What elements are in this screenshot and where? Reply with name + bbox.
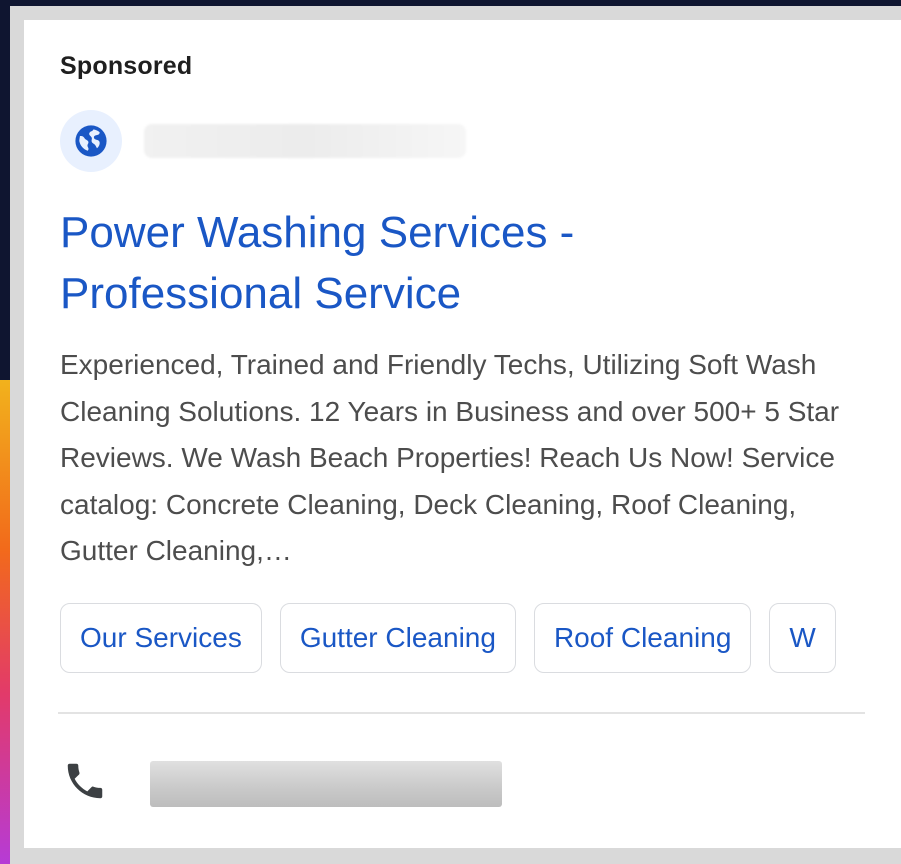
sitelink-roof-cleaning[interactable]: Roof Cleaning [533,603,752,673]
advertiser-row[interactable] [60,110,466,172]
divider [58,712,865,714]
ad-headline-link[interactable]: Power Washing Services - Professional Se… [60,202,700,324]
ad-headline-line-1: Power Washing Services - [60,208,575,257]
sponsored-label: Sponsored [60,52,193,80]
phone-number-redacted [150,760,502,807]
globe-icon [60,110,122,172]
phone-icon [62,758,108,809]
call-row[interactable] [62,758,502,809]
background-gradient-strip [0,380,10,864]
sitelink-chips: Our Services Gutter Cleaning Roof Cleani… [60,603,836,673]
sitelink-truncated[interactable]: W [769,603,836,673]
sitelink-gutter-cleaning[interactable]: Gutter Cleaning [279,603,516,673]
sponsored-ad-card: Sponsored Power Washing Services - Profe… [24,20,901,848]
advertiser-name-redacted [144,124,466,158]
sitelink-our-services[interactable]: Our Services [60,603,262,673]
ad-description: Experienced, Trained and Friendly Techs,… [60,349,840,566]
ad-headline-line-2: Professional Service [60,269,462,318]
